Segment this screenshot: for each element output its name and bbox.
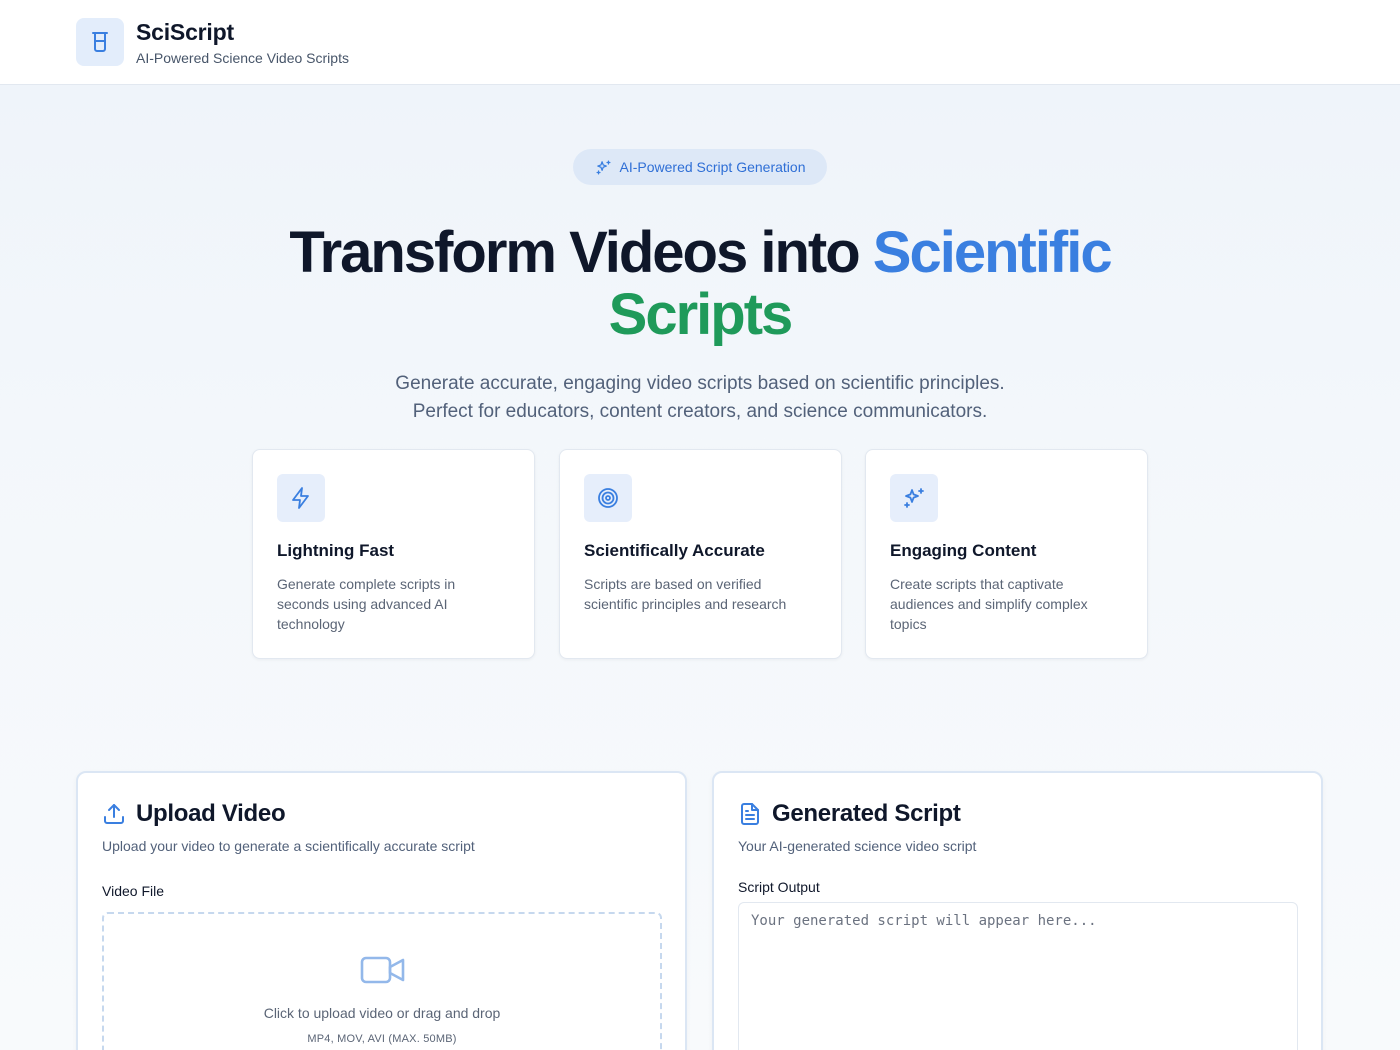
hero-title-plain: Transform Videos into: [289, 220, 873, 285]
feature-icon-tile: [890, 474, 938, 522]
upload-panel-header: Upload Video: [102, 800, 286, 828]
feature-title: Lightning Fast: [277, 541, 395, 560]
hero-description-line-2: Perfect for educators, content creators,…: [412, 401, 988, 422]
hero-badge-label: AI-Powered Script Generation: [619, 159, 806, 175]
dropzone-hint: MP4, MOV, AVI (MAX. 50MB): [307, 1033, 457, 1045]
feature-card-lightning: Lightning Fast Generate complete scripts…: [252, 449, 535, 659]
output-panel-subtitle: Your AI-generated science video script: [738, 838, 977, 854]
feature-description: Create scripts that captivate audiences …: [890, 576, 1088, 632]
upload-panel-title: Upload Video: [136, 800, 286, 827]
target-icon: [598, 488, 618, 508]
upload-icon: [104, 804, 124, 824]
script-output-textarea[interactable]: [738, 902, 1298, 1050]
dropzone-text: Click to upload video or drag and drop: [263, 1005, 501, 1021]
logo[interactable]: [76, 18, 124, 66]
video-dropzone[interactable]: Click to upload video or drag and drop M…: [102, 912, 662, 1050]
sparkles-icon: [904, 488, 924, 508]
output-panel: Generated Script Your AI-generated scien…: [712, 771, 1323, 1050]
upload-panel: Upload Video Upload your video to genera…: [76, 771, 687, 1050]
lightning-icon: [292, 487, 309, 509]
feature-icon-tile: [277, 474, 325, 522]
feature-title: Scientifically Accurate: [584, 541, 765, 560]
hero-badge: AI-Powered Script Generation: [573, 149, 827, 185]
brand-title: SciScript: [136, 19, 234, 45]
feature-card-engaging: Engaging Content Create scripts that cap…: [865, 449, 1148, 659]
hero-title-highlight-2: Scripts: [608, 282, 794, 347]
feature-icon-tile: [584, 474, 632, 522]
hero-title-highlight: Scientific: [872, 220, 1113, 285]
hero-description-line-1: Generate accurate, engaging video script…: [395, 373, 1005, 394]
brand-subtitle: AI-Powered Science Video Scripts: [136, 50, 349, 66]
video-file-label: Video File: [102, 883, 165, 899]
feature-description: Generate complete scripts in seconds usi…: [277, 576, 456, 632]
document-icon: [741, 803, 759, 825]
video-camera-icon: [360, 956, 405, 984]
feature-title: Engaging Content: [890, 541, 1037, 560]
output-panel-title: Generated Script: [772, 800, 961, 827]
beaker-icon: [92, 32, 108, 52]
hero-description: Generate accurate, engaging video script…: [300, 370, 1100, 426]
hero-title: Transform Videos into Scientific Scripts: [0, 222, 1400, 346]
upload-panel-subtitle: Upload your video to generate a scientif…: [102, 838, 475, 854]
sparkles-icon: [595, 159, 611, 175]
output-panel-header: Generated Script: [738, 800, 961, 828]
feature-card-accurate: Scientifically Accurate Scripts are base…: [559, 449, 842, 659]
script-output-label: Script Output: [738, 879, 820, 895]
app-header: SciScript AI-Powered Science Video Scrip…: [0, 0, 1400, 85]
feature-description: Scripts are based on verified scientific…: [584, 576, 787, 612]
